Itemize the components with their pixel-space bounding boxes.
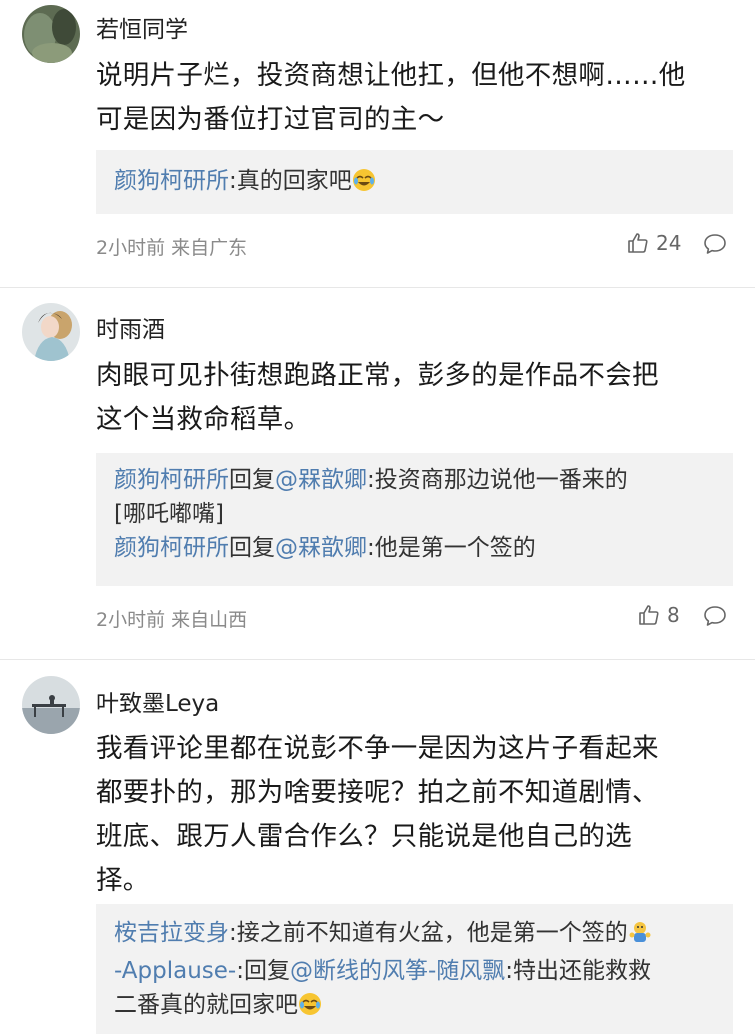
reply-text: :投资商那边说他一番来的 bbox=[367, 467, 628, 493]
comment-text: 我看评论里都在说彭不争一是因为这片子看起来 都要扑的，那为啥要接呢？拍之前不知道… bbox=[96, 727, 726, 903]
reply-text: 回复 bbox=[229, 467, 275, 493]
reply-author[interactable]: 颜狗柯研所 bbox=[114, 467, 229, 493]
like-button[interactable]: 8 bbox=[637, 603, 680, 627]
like-count: 8 bbox=[667, 603, 680, 627]
username[interactable]: 时雨酒 bbox=[96, 310, 165, 344]
comment-text: 说明片子烂，投资商想让他扛，但他不想啊……他 可是因为番位打过官司的主～ bbox=[96, 54, 726, 142]
mention-link[interactable]: @断线的风筝-随风飘 bbox=[290, 958, 505, 984]
comment-card: 叶致墨Leya 我看评论里都在说彭不争一是因为这片子看起来 都要扑的，那为啥要接… bbox=[0, 660, 755, 1034]
laugh-cry-emoji-icon bbox=[352, 168, 376, 202]
laugh-cry-emoji-icon bbox=[298, 992, 322, 1026]
comment-line: 肉眼可见扑街想跑路正常，彭多的是作品不会把 bbox=[96, 360, 659, 391]
username[interactable]: 叶致墨Leya bbox=[96, 684, 219, 718]
reply-text: :接之前不知道有火盆，他是第一个签的 bbox=[229, 920, 628, 946]
reply-line: [哪吒嘟嘴] bbox=[114, 497, 733, 531]
reply-text: :特出还能救救 bbox=[505, 958, 652, 984]
comment-card: 时雨酒 肉眼可见扑街想跑路正常，彭多的是作品不会把 这个当救命稻草。 颜狗柯研所… bbox=[0, 290, 755, 660]
comment-bubble-icon[interactable] bbox=[703, 232, 727, 260]
comment-line: 班底、跟万人雷合作么？只能说是他自己的选 bbox=[96, 821, 632, 852]
reply-author[interactable]: -Applause- bbox=[114, 958, 236, 984]
like-count: 24 bbox=[656, 231, 682, 255]
reply-line: 颜狗柯研所回复@槑歆卿:投资商那边说他一番来的 bbox=[114, 463, 733, 497]
reply-text: :真的回家吧 bbox=[229, 168, 352, 194]
reply-author[interactable]: 桉吉拉变身 bbox=[114, 920, 229, 946]
comment-line: 都要扑的，那为啥要接呢？拍之前不知道剧情、 bbox=[96, 777, 659, 808]
reply-text: [哪吒嘟嘴] bbox=[114, 501, 224, 527]
comment-meta: 2小时前 来自山西 bbox=[96, 609, 248, 631]
avatar[interactable] bbox=[22, 676, 80, 734]
comment-line: 可是因为番位打过官司的主～ bbox=[96, 104, 445, 135]
avatar[interactable] bbox=[22, 303, 80, 361]
mention-link[interactable]: @槑歆卿 bbox=[275, 467, 367, 493]
reply-box[interactable]: 颜狗柯研所回复@槑歆卿:投资商那边说他一番来的 [哪吒嘟嘴] 颜狗柯研所回复@槑… bbox=[96, 453, 733, 586]
mention-link[interactable]: @槑歆卿 bbox=[275, 535, 367, 561]
reply-line: 桉吉拉变身:接之前不知道有火盆，他是第一个签的 bbox=[114, 916, 733, 954]
divider bbox=[0, 287, 755, 288]
like-button[interactable]: 24 bbox=[626, 231, 681, 255]
comment-line: 说明片子烂，投资商想让他扛，但他不想啊……他 bbox=[96, 60, 686, 91]
comment-line: 我看评论里都在说彭不争一是因为这片子看起来 bbox=[96, 733, 659, 764]
comment-line: 这个当救命稻草。 bbox=[96, 404, 311, 435]
reply-line: 颜狗柯研所回复@槑歆卿:他是第一个签的 bbox=[114, 531, 733, 565]
comment-card: 若恒同学 说明片子烂，投资商想让他扛，但他不想啊……他 可是因为番位打过官司的主… bbox=[0, 0, 755, 290]
thumbs-up-icon bbox=[637, 603, 661, 627]
reply-box[interactable]: 颜狗柯研所:真的回家吧 bbox=[96, 150, 733, 214]
thumbs-up-icon bbox=[626, 231, 650, 255]
reply-author[interactable]: 颜狗柯研所 bbox=[114, 168, 229, 194]
applause-doll-emoji-icon bbox=[628, 920, 652, 954]
comment-line: 择。 bbox=[96, 865, 150, 896]
reply-text: 回复 bbox=[229, 535, 275, 561]
reply-line: 颜狗柯研所:真的回家吧 bbox=[114, 164, 733, 202]
avatar[interactable] bbox=[22, 5, 80, 63]
comment-text: 肉眼可见扑街想跑路正常，彭多的是作品不会把 这个当救命稻草。 bbox=[96, 354, 726, 442]
reply-box[interactable]: 桉吉拉变身:接之前不知道有火盆，他是第一个签的 -Applause-:回复@断线… bbox=[96, 904, 733, 1034]
reply-text: 二番真的就回家吧 bbox=[114, 992, 298, 1018]
reply-line: -Applause-:回复@断线的风筝-随风飘:特出还能救救 bbox=[114, 954, 733, 988]
reply-text: :他是第一个签的 bbox=[367, 535, 536, 561]
reply-author[interactable]: 颜狗柯研所 bbox=[114, 535, 229, 561]
comment-meta: 2小时前 来自广东 bbox=[96, 237, 248, 259]
reply-line: 二番真的就回家吧 bbox=[114, 988, 733, 1026]
reply-text: :回复 bbox=[236, 958, 290, 984]
username[interactable]: 若恒同学 bbox=[96, 10, 188, 44]
comment-bubble-icon[interactable] bbox=[703, 604, 727, 632]
